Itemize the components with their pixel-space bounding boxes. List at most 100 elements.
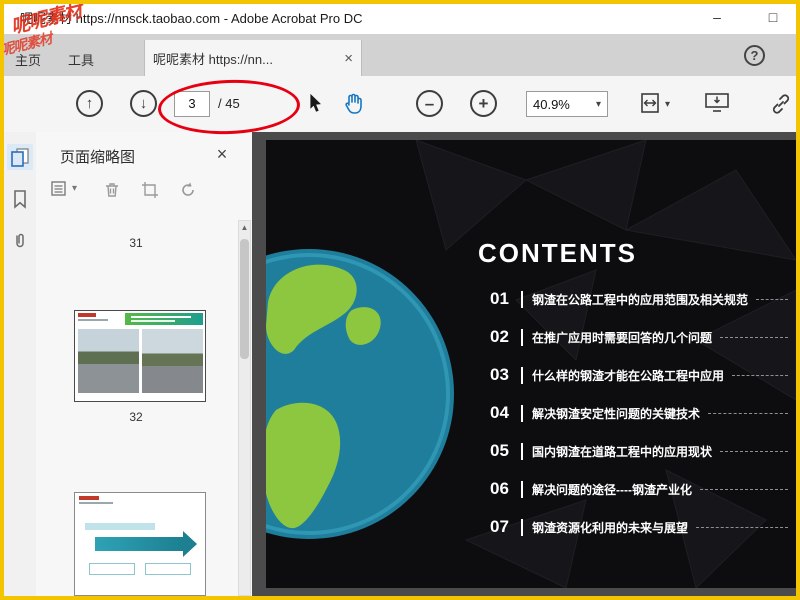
page-thumbnails-icon (11, 148, 29, 167)
toc-dash-line (756, 298, 788, 300)
crop-icon (142, 182, 158, 198)
fit-width-button[interactable] (638, 92, 662, 114)
toc-divider (521, 480, 523, 498)
thumbnail-options-button[interactable]: ▾ (50, 180, 77, 198)
thumb33-arrow-head (183, 531, 197, 557)
zoom-in-button[interactable]: + (470, 90, 497, 117)
toc-text: 钢渣资源化利用的未来与展望 (532, 520, 689, 535)
zoom-caret-icon: ▾ (595, 98, 601, 110)
toc-divider (521, 518, 523, 536)
document-area: CONTENTS 01 钢渣在公路工程中的应用范围及相关规范 02 在推广应用时… (252, 132, 796, 596)
hand-icon (345, 93, 362, 114)
attachments-pane-button[interactable] (7, 228, 33, 254)
panel-title: 页面缩略图 (60, 149, 136, 166)
options-caret-icon: ▾ (72, 183, 78, 194)
minimize-button[interactable]: – (702, 4, 732, 33)
link-tool-button[interactable] (768, 92, 794, 116)
scrollbar-thumb[interactable] (240, 239, 249, 359)
toc-number: 07 (490, 517, 509, 536)
toc-dash-line (708, 412, 788, 414)
toc-item: 02 在推广应用时需要回答的几个问题 (490, 318, 788, 356)
thumb32-photo-left (78, 329, 139, 393)
toc-item: 01 钢渣在公路工程中的应用范围及相关规范 (490, 280, 788, 318)
toc-text: 钢渣在公路工程中的应用范围及相关规范 (532, 292, 749, 307)
scrollbar-up-icon[interactable]: ▲ (239, 221, 250, 235)
toc-dash-line (720, 336, 788, 338)
panel-close-button[interactable]: × (210, 142, 234, 166)
toc-text: 解决问题的途径----钢渣产业化 (532, 482, 692, 497)
zoom-level-select[interactable]: 40.9% ▾ (526, 91, 608, 117)
tab-tools[interactable]: 工具 (52, 42, 110, 76)
toc-text: 国内钢渣在道路工程中的应用现状 (532, 444, 713, 459)
toc-number: 02 (490, 327, 509, 346)
thumb32-subtext (78, 319, 108, 321)
page-thumbnails-panel: 页面缩略图 × ▾ ▲ 31 32 (36, 132, 253, 596)
globe-graphic (266, 249, 454, 539)
thumbnail-label-31: 31 (129, 236, 143, 250)
pdf-page: CONTENTS 01 钢渣在公路工程中的应用范围及相关规范 02 在推广应用时… (266, 140, 796, 588)
delete-pages-button[interactable] (102, 180, 122, 200)
toc-divider (521, 442, 523, 460)
thumbnail-page-32[interactable] (74, 310, 206, 402)
select-tool-button[interactable] (304, 92, 326, 114)
acrobat-window: 呢呢素材 https://nnsck.taobao.com - Adobe Ac… (0, 0, 800, 600)
pointer-icon (310, 93, 321, 112)
tab-bar: 主页 工具 呢呢素材 https://nn... × ? (4, 34, 796, 76)
options-icon (51, 181, 66, 196)
trash-icon (106, 183, 118, 197)
bookmarks-pane-button[interactable] (7, 186, 33, 212)
toc-list: 01 钢渣在公路工程中的应用范围及相关规范 02 在推广应用时需要回答的几个问题… (490, 280, 788, 546)
hand-tool-button[interactable] (342, 92, 366, 116)
toc-item: 06 解决问题的途径----钢渣产业化 (490, 470, 788, 508)
thumbnail-page-33[interactable] (74, 492, 206, 596)
toc-item: 07 钢渣资源化利用的未来与展望 (490, 508, 788, 546)
tab-close-icon[interactable]: × (344, 50, 353, 67)
toc-item: 05 国内钢渣在道路工程中的应用现状 (490, 432, 788, 470)
monitor-down-icon (705, 93, 729, 112)
rotate-icon (182, 182, 194, 196)
toc-divider (521, 328, 523, 346)
nav-pane-strip (4, 132, 37, 596)
help-button[interactable]: ? (744, 45, 765, 66)
toc-divider (521, 290, 523, 308)
thumb32-photo-right (142, 329, 203, 393)
reading-mode-button[interactable] (704, 92, 730, 114)
previous-page-button[interactable]: ↑ (76, 90, 103, 117)
paperclip-icon (16, 233, 24, 248)
next-page-button[interactable]: ↓ (130, 90, 157, 117)
thumb33-chart-step1 (85, 523, 155, 530)
fit-caret-icon[interactable]: ▾ (665, 99, 670, 110)
rotate-pages-button[interactable] (178, 180, 198, 200)
toc-dash-line (696, 526, 788, 528)
fit-width-icon (641, 93, 659, 113)
thumb33-box-left (89, 563, 135, 575)
thumb33-logo (79, 496, 99, 500)
tab-document[interactable]: 呢呢素材 https://nn... × (144, 40, 362, 76)
page-total-label: / 45 (218, 96, 240, 111)
toc-text: 在推广应用时需要回答的几个问题 (532, 330, 713, 345)
toc-divider (521, 366, 523, 384)
main-toolbar: ↑ ↓ 3 / 45 – + 40.9% ▾ ▾ (4, 76, 796, 133)
title-bar: 呢呢素材 https://nnsck.taobao.com - Adobe Ac… (4, 4, 796, 35)
bookmark-icon (14, 190, 26, 209)
thumbnail-label-32: 32 (129, 410, 143, 424)
toc-dash-line (700, 488, 788, 490)
tab-home-label: 主页 (14, 52, 41, 68)
toc-divider (521, 404, 523, 422)
thumbnails-scrollbar[interactable]: ▲ (238, 220, 251, 596)
thumb33-arrow-band (95, 537, 183, 551)
zoom-out-button[interactable]: – (416, 90, 443, 117)
maximize-button[interactable]: □ (758, 4, 788, 33)
page-number-input[interactable]: 3 (174, 91, 210, 117)
thumb33-subtext (79, 502, 113, 504)
crop-pages-button[interactable] (140, 180, 160, 200)
window-title: 呢呢素材 https://nnsck.taobao.com - Adobe Ac… (20, 11, 363, 26)
page-thumbnails-pane-button[interactable] (7, 144, 33, 170)
toc-number: 03 (490, 365, 509, 384)
toc-text: 解决钢渣安定性问题的关键技术 (532, 406, 701, 421)
zoom-level-value: 40.9% (533, 96, 570, 112)
toc-number: 04 (490, 403, 509, 422)
thumb33-box-right (145, 563, 191, 575)
tab-home[interactable]: 主页 (4, 42, 52, 76)
toc-dash-line (720, 450, 788, 452)
